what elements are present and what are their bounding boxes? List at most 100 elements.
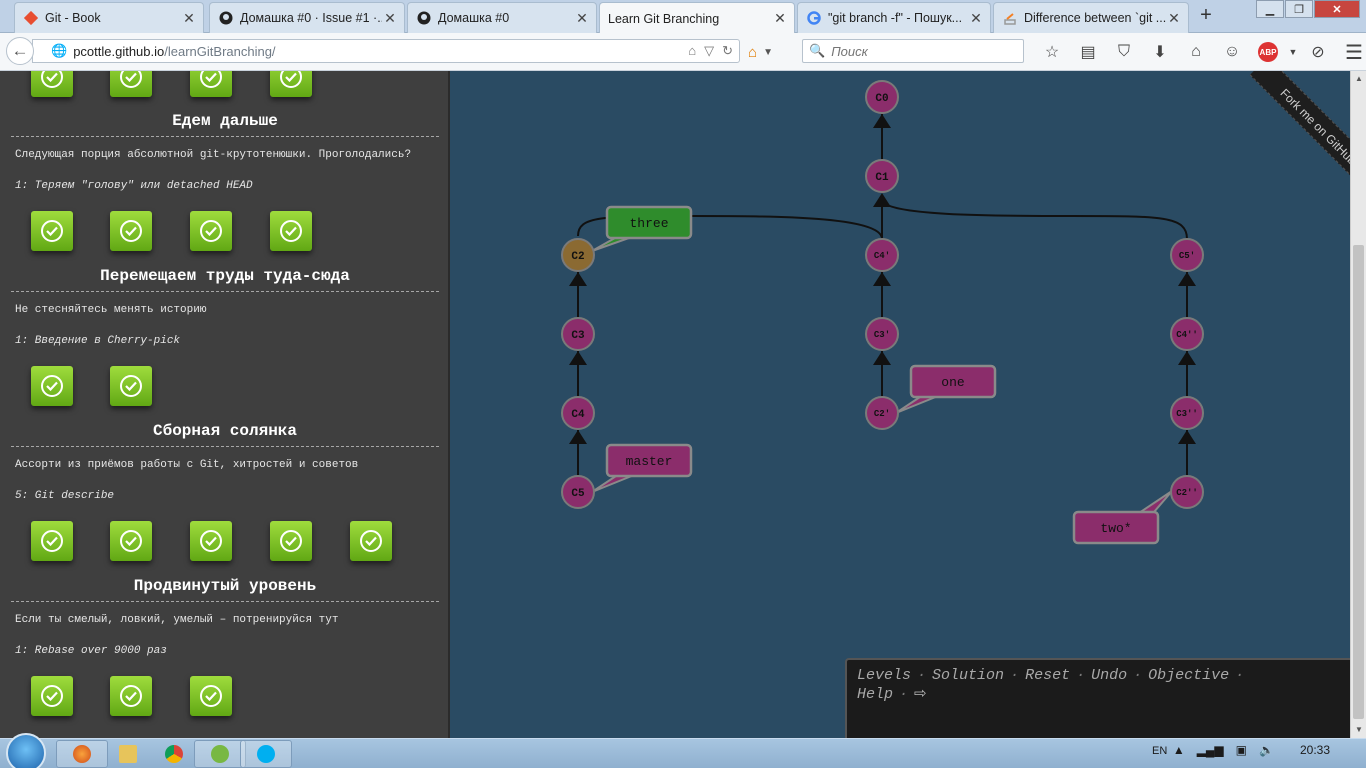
commit-c3[interactable]: C3 bbox=[561, 317, 595, 351]
scroll-thumb[interactable] bbox=[1353, 245, 1364, 719]
level-button[interactable] bbox=[270, 71, 312, 97]
commit-c4[interactable]: C4 bbox=[561, 396, 595, 430]
group-current-level[interactable]: 1: Rebase over 9000 раз bbox=[15, 645, 167, 657]
group-current-level[interactable]: 1: Теряем "голову" или detached HEAD bbox=[15, 180, 253, 192]
close-icon[interactable]: ✕ bbox=[1166, 10, 1182, 27]
new-tab-button[interactable]: + bbox=[1196, 5, 1216, 27]
apps-launcher[interactable]: ⌂ ▼ bbox=[748, 41, 788, 63]
objective-link[interactable]: Objective bbox=[1148, 667, 1229, 684]
level-button[interactable] bbox=[270, 211, 312, 251]
network-icon[interactable]: ▂▄▆ bbox=[1197, 743, 1224, 757]
close-icon[interactable]: ✕ bbox=[772, 10, 788, 27]
commit-c0[interactable]: C0 bbox=[865, 80, 899, 114]
window-close-button[interactable]: ✕ bbox=[1314, 0, 1360, 18]
volume-icon[interactable]: 🔈 bbox=[1259, 743, 1274, 757]
group-description: Следующая порция абсолютной git-крутотен… bbox=[15, 149, 412, 161]
site-home-icon[interactable]: ⌂ bbox=[688, 43, 696, 59]
minimize-button[interactable]: ▁ bbox=[1256, 0, 1284, 18]
level-button[interactable] bbox=[31, 211, 73, 251]
reading-list-icon[interactable]: ▤ bbox=[1070, 41, 1106, 63]
commit-c3-double-prime[interactable]: C3'' bbox=[1170, 396, 1204, 430]
commit-c2-prime[interactable]: C2' bbox=[865, 396, 899, 430]
close-icon[interactable]: ✕ bbox=[574, 10, 590, 27]
level-button[interactable] bbox=[190, 211, 232, 251]
tab-google-search[interactable]: "git branch -f" - Пошук... ✕ bbox=[797, 2, 991, 33]
commit-c5-prime[interactable]: C5' bbox=[1170, 238, 1204, 272]
language-indicator[interactable]: EN bbox=[1152, 745, 1167, 757]
tab-git-book[interactable]: Git - Book ✕ bbox=[14, 2, 204, 33]
branch-three[interactable]: three bbox=[591, 205, 693, 252]
taskbar-explorer[interactable] bbox=[102, 740, 154, 768]
chat-icon[interactable]: ☺ bbox=[1214, 41, 1250, 63]
branch-one[interactable]: one bbox=[895, 364, 997, 414]
commit-c2[interactable]: C2 bbox=[561, 238, 595, 272]
levels-link[interactable]: Levels bbox=[857, 667, 911, 684]
devices-icon[interactable]: ▣ bbox=[1236, 743, 1247, 757]
reload-icon[interactable]: ↻ bbox=[722, 43, 733, 59]
maximize-button[interactable]: ❐ bbox=[1285, 0, 1313, 18]
chevron-down-icon[interactable]: ▼ bbox=[1286, 41, 1300, 63]
page-scrollbar[interactable]: ▲ ▼ bbox=[1350, 71, 1366, 738]
start-button[interactable] bbox=[6, 733, 46, 768]
commit-c1[interactable]: C1 bbox=[865, 159, 899, 193]
fork-me-ribbon[interactable]: Fork me on GitHub bbox=[1222, 71, 1350, 199]
level-button[interactable] bbox=[31, 366, 73, 406]
scroll-up-arrow[interactable]: ▲ bbox=[1351, 71, 1366, 87]
close-icon[interactable]: ✕ bbox=[968, 10, 984, 27]
solution-link[interactable]: Solution bbox=[932, 667, 1004, 684]
taskbar-skype[interactable] bbox=[240, 740, 292, 768]
commit-c5[interactable]: C5 bbox=[561, 475, 595, 509]
commit-c3-prime[interactable]: C3' bbox=[865, 317, 899, 351]
url-bar[interactable]: 🌐 pcottle.github.io/learnGitBranching/ ⌂… bbox=[32, 39, 740, 63]
scroll-down-arrow[interactable]: ▼ bbox=[1351, 722, 1366, 738]
level-button[interactable] bbox=[190, 676, 232, 716]
tray-expand-icon[interactable]: ▲ bbox=[1173, 743, 1185, 757]
tab-issue[interactable]: Домашка #0 · Issue #1 ·... ✕ bbox=[209, 2, 405, 33]
level-button[interactable] bbox=[270, 521, 312, 561]
commit-c2-double-prime[interactable]: C2'' bbox=[1170, 475, 1204, 509]
clock[interactable]: 20:33 bbox=[1300, 743, 1330, 757]
check-icon bbox=[200, 685, 222, 707]
commit-c4-prime[interactable]: C4' bbox=[865, 238, 899, 272]
dropdown-arrow-icon[interactable]: ▽ bbox=[704, 43, 714, 59]
undo-link[interactable]: Undo bbox=[1091, 667, 1127, 684]
search-input[interactable] bbox=[831, 43, 1022, 59]
branch-master[interactable]: master bbox=[591, 443, 693, 493]
level-button[interactable] bbox=[110, 71, 152, 97]
pocket-icon[interactable]: ⛉ bbox=[1106, 41, 1142, 63]
taskbar-utorrent[interactable] bbox=[194, 740, 246, 768]
group-current-level[interactable]: 5: Git describe bbox=[15, 490, 114, 502]
level-button[interactable] bbox=[350, 521, 392, 561]
level-button[interactable] bbox=[190, 71, 232, 97]
adblock-plus-icon[interactable]: ABP bbox=[1258, 42, 1278, 62]
taskbar-firefox[interactable] bbox=[56, 740, 108, 768]
exit-icon[interactable]: ⇨ bbox=[914, 686, 927, 703]
home-icon[interactable]: ⌂ bbox=[1178, 41, 1214, 63]
back-button[interactable]: ← bbox=[6, 37, 34, 65]
level-button[interactable] bbox=[31, 676, 73, 716]
menu-icon[interactable]: ☰ bbox=[1336, 41, 1366, 64]
sync-icon[interactable]: ⊘ bbox=[1300, 41, 1336, 63]
git-graph-area: three master one two* C0 C1 C2 C3 C4 C5 … bbox=[452, 71, 1350, 738]
level-button[interactable] bbox=[31, 521, 73, 561]
bookmark-star-icon[interactable]: ☆ bbox=[1034, 41, 1070, 63]
level-button[interactable] bbox=[110, 521, 152, 561]
download-icon[interactable]: ⬇ bbox=[1142, 41, 1178, 63]
reset-link[interactable]: Reset bbox=[1025, 667, 1070, 684]
branch-two[interactable]: two* bbox=[1072, 490, 1173, 545]
help-link[interactable]: Help bbox=[857, 686, 893, 703]
commit-c4-double-prime[interactable]: C4'' bbox=[1170, 317, 1204, 351]
close-icon[interactable]: ✕ bbox=[181, 10, 197, 27]
tab-stackoverflow[interactable]: Difference between `git ... ✕ bbox=[993, 2, 1189, 33]
level-button[interactable] bbox=[31, 71, 73, 97]
level-button[interactable] bbox=[110, 676, 152, 716]
level-button[interactable] bbox=[110, 366, 152, 406]
tab-homework[interactable]: Домашка #0 ✕ bbox=[407, 2, 597, 33]
taskbar-chrome[interactable] bbox=[148, 740, 200, 768]
level-button[interactable] bbox=[110, 211, 152, 251]
tab-learn-git-branching[interactable]: Learn Git Branching ✕ bbox=[599, 2, 795, 34]
search-bar[interactable]: 🔍 bbox=[802, 39, 1024, 63]
group-current-level[interactable]: 1: Введение в Cherry-pick bbox=[15, 335, 180, 347]
close-icon[interactable]: ✕ bbox=[382, 10, 398, 27]
level-button[interactable] bbox=[190, 521, 232, 561]
